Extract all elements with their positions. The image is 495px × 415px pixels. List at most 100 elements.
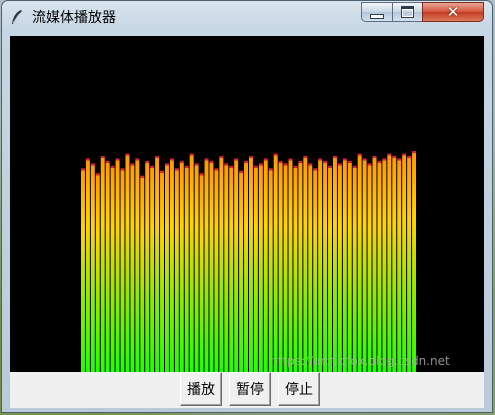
spectrum-bar	[194, 165, 199, 372]
pause-button[interactable]: 暂停	[229, 372, 271, 406]
spectrum-peak	[283, 163, 288, 166]
spectrum-peak	[224, 163, 229, 166]
spectrum-bar	[273, 155, 278, 372]
spectrum-bar	[337, 165, 342, 372]
spectrum-bar	[95, 175, 100, 372]
spectrum-bar	[412, 153, 416, 372]
spectrum-peak	[155, 155, 160, 158]
spectrum-bar	[308, 165, 313, 372]
spectrum-bar	[145, 162, 150, 372]
spectrum-peak	[100, 155, 105, 158]
spectrum-peak	[357, 153, 362, 156]
spectrum-peak	[110, 165, 115, 168]
spectrum-peak	[169, 158, 174, 161]
control-bar: 播放 暂停 停止	[10, 372, 484, 408]
spectrum-peak	[204, 158, 209, 161]
spectrum-peak	[85, 158, 90, 161]
spectrum-bar	[357, 155, 362, 372]
spectrum-bar	[377, 162, 382, 372]
spectrum-bar	[229, 167, 234, 372]
spectrum-bar	[174, 170, 179, 372]
spectrum-bar	[189, 155, 194, 372]
spectrum-peak	[328, 165, 332, 168]
spectrum-bar	[115, 160, 120, 372]
spectrum-bar	[288, 160, 293, 372]
spectrum-bar	[150, 167, 155, 372]
spectrum-peak	[229, 165, 234, 168]
spectrum-peak	[199, 173, 204, 176]
spectrum-bar	[165, 165, 169, 372]
spectrum-bar	[283, 165, 288, 372]
client-area: 播放 暂停 停止	[10, 36, 484, 408]
spectrum-bar	[249, 157, 253, 372]
spectrum-bar	[333, 157, 337, 372]
spectrum-bar	[298, 162, 303, 372]
spectrum-bar	[402, 155, 407, 372]
stop-button[interactable]: 停止	[278, 372, 320, 406]
spectrum-peak	[303, 155, 308, 158]
spectrum-peak	[377, 160, 382, 163]
spectrum-bar	[392, 157, 397, 372]
spectrum-peak	[323, 160, 328, 163]
spectrum-peak	[387, 153, 392, 156]
spectrum-bar	[219, 157, 224, 372]
spectrum-bar	[347, 162, 352, 372]
spectrum-peak	[125, 153, 130, 156]
play-button[interactable]: 播放	[180, 372, 222, 406]
spectrum-peak	[367, 163, 372, 166]
spectrum-peak	[130, 163, 135, 166]
spectrum-peak	[407, 155, 412, 158]
spectrum-peak	[120, 168, 125, 171]
spectrum-bar	[303, 157, 308, 372]
spectrum-peak	[81, 168, 85, 171]
spectrum-bar	[293, 167, 298, 372]
spectrum-peak	[278, 160, 283, 163]
spectrum-bar	[318, 160, 323, 372]
spectrum-peak	[288, 158, 293, 161]
spectrum-bar	[90, 165, 95, 372]
spectrum-bar	[85, 160, 90, 372]
spectrum-bar	[214, 170, 219, 372]
spectrum-bar	[135, 160, 140, 372]
spectrum-bar	[387, 155, 392, 372]
spectrum-peak	[145, 160, 150, 163]
spectrum-bar	[169, 160, 174, 372]
spectrum-bar	[160, 172, 164, 372]
spectrum-peak	[372, 155, 377, 158]
spectrum-peak	[194, 163, 199, 166]
spectrum-peak	[392, 155, 397, 158]
spectrum-bar	[382, 160, 387, 372]
spectrum-peak	[160, 170, 164, 173]
spectrum-bar	[130, 165, 135, 372]
feather-icon	[12, 10, 22, 24]
spectrum-peak	[382, 158, 387, 161]
spectrum-peak	[184, 165, 189, 168]
maximize-button[interactable]	[392, 2, 423, 22]
spectrum-peak	[174, 168, 179, 171]
spectrum-bar	[110, 167, 115, 372]
spectrum-bar	[397, 160, 402, 372]
close-icon: ✕	[446, 3, 460, 21]
spectrum-peak	[244, 160, 248, 163]
spectrum-bar	[253, 167, 258, 372]
spectrum-peak	[273, 153, 278, 156]
spectrum-bar	[224, 165, 229, 372]
close-button[interactable]: ✕	[422, 2, 484, 22]
spectrum-peak	[268, 168, 273, 171]
spectrum-peak	[293, 165, 298, 168]
spectrum-peak	[402, 153, 407, 156]
minimize-button[interactable]	[361, 2, 393, 22]
spectrum-peak	[298, 160, 303, 163]
spectrum-bar	[367, 165, 372, 372]
spectrum-peak	[135, 158, 140, 161]
spectrum-bar	[105, 162, 110, 372]
spectrum-peak	[347, 160, 352, 163]
spectrum-peak	[219, 155, 224, 158]
spectrum-peak	[115, 158, 120, 161]
window-title: 流媒体播放器	[32, 10, 116, 26]
spectrum-bar	[179, 162, 184, 372]
spectrum-bar	[278, 162, 283, 372]
title-bar[interactable]: 流媒体播放器 ✕	[2, 1, 492, 33]
spectrum-bar	[234, 160, 239, 372]
spectrum-peak	[308, 163, 313, 166]
